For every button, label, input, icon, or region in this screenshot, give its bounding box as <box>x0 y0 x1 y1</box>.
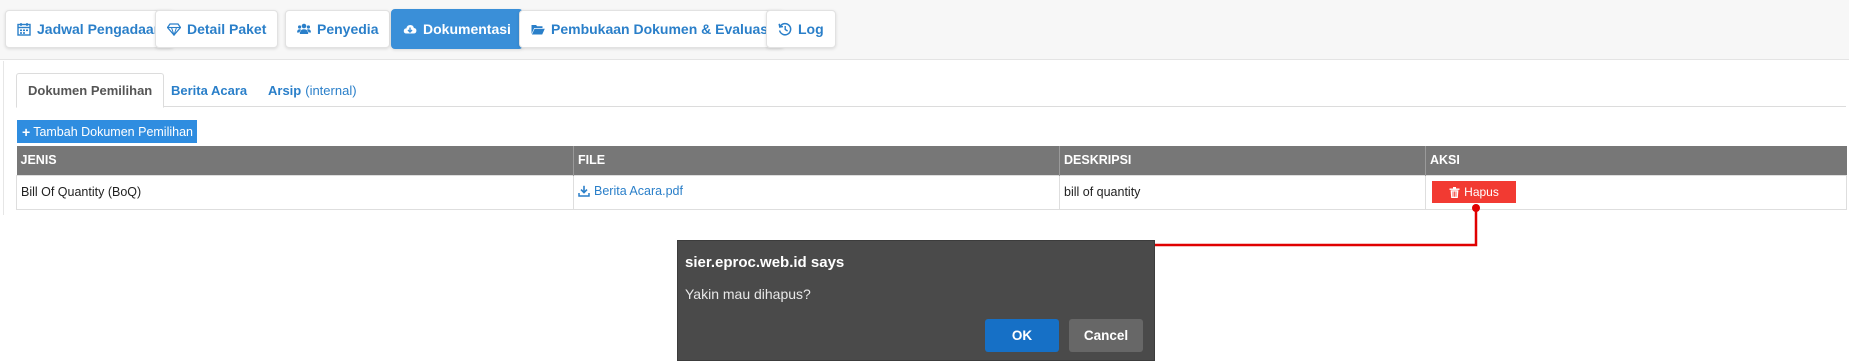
nav-label: Dokumentasi <box>423 21 511 37</box>
column-header-jenis: JENIS <box>16 146 574 175</box>
tab-dokumen-pemilihan[interactable]: Dokumen Pemilihan <box>16 73 165 108</box>
column-header-aksi: AKSI <box>1425 146 1847 175</box>
nav-log[interactable]: Log <box>766 10 836 48</box>
table-row: Bill Of Quantity (BoQ) Berita Acara.pdf … <box>16 174 1847 210</box>
users-icon <box>297 22 311 36</box>
cloud-download-icon <box>403 22 417 36</box>
folder-open-icon <box>531 22 545 36</box>
confirm-dialog: sier.eproc.web.id says Yakin mau dihapus… <box>677 240 1155 361</box>
nav-penyedia[interactable]: Penyedia <box>285 10 391 48</box>
hapus-button[interactable]: Hapus <box>1432 181 1516 203</box>
ok-button[interactable]: OK <box>985 319 1059 352</box>
nav-jadwal-pengadaan[interactable]: Jadwal Pengadaan <box>5 10 175 48</box>
column-header-file: FILE <box>573 146 1060 175</box>
nav-dokumentasi[interactable]: Dokumentasi <box>391 9 523 49</box>
nav-label: Log <box>798 21 824 37</box>
table-header-row: JENIS FILE DESKRIPSI AKSI <box>16 146 1847 175</box>
hapus-label: Hapus <box>1464 185 1499 199</box>
plus-icon: + <box>22 123 31 140</box>
content-panel: Dokumen Pemilihan Berita Acara Arsip (in… <box>0 61 1849 215</box>
nav-label: Pembukaan Dokumen & Evaluasi <box>551 21 772 37</box>
file-download-link[interactable]: Berita Acara.pdf <box>578 184 683 198</box>
nav-detail-paket[interactable]: Detail Paket <box>155 10 279 48</box>
nav-label: Detail Paket <box>187 21 267 37</box>
cell-jenis: Bill Of Quantity (BoQ) <box>16 174 574 210</box>
add-dokumen-pemilihan-button[interactable]: + Tambah Dokumen Pemilihan <box>17 120 197 143</box>
dialog-message: Yakin mau dihapus? <box>685 286 811 302</box>
cell-deskripsi: bill of quantity <box>1059 174 1426 210</box>
nav-label: Jadwal Pengadaan <box>37 21 163 37</box>
tab-arsip[interactable]: Arsip (internal) <box>257 73 368 107</box>
nav-label: Penyedia <box>317 21 379 37</box>
file-name: Berita Acara.pdf <box>594 184 683 198</box>
top-nav: Jadwal Pengadaan Detail Paket Penyedia D… <box>0 0 1849 60</box>
tab-sublabel: (internal) <box>305 82 357 98</box>
tab-label: Arsip <box>268 82 302 98</box>
document-tabs: Dokumen Pemilihan Berita Acara Arsip (in… <box>16 73 1846 108</box>
download-icon <box>578 185 590 197</box>
trash-icon <box>1449 186 1460 198</box>
calendar-icon <box>17 22 31 36</box>
diamond-icon <box>167 22 181 36</box>
tab-label: Berita Acara <box>171 82 248 98</box>
tab-berita-acara[interactable]: Berita Acara <box>160 73 258 107</box>
documents-table: JENIS FILE DESKRIPSI AKSI Bill Of Quanti… <box>16 146 1847 210</box>
cell-file: Berita Acara.pdf <box>573 174 1060 210</box>
cancel-button[interactable]: Cancel <box>1069 319 1143 352</box>
tab-label: Dokumen Pemilihan <box>28 83 153 98</box>
add-button-label: Tambah Dokumen Pemilihan <box>33 124 193 139</box>
column-header-deskripsi: DESKRIPSI <box>1059 146 1426 175</box>
dialog-title: sier.eproc.web.id says <box>685 254 845 271</box>
cell-aksi: Hapus <box>1425 174 1847 210</box>
history-icon <box>778 22 792 36</box>
nav-pembukaan-dokumen[interactable]: Pembukaan Dokumen & Evaluasi <box>519 10 784 48</box>
divider <box>3 61 4 215</box>
